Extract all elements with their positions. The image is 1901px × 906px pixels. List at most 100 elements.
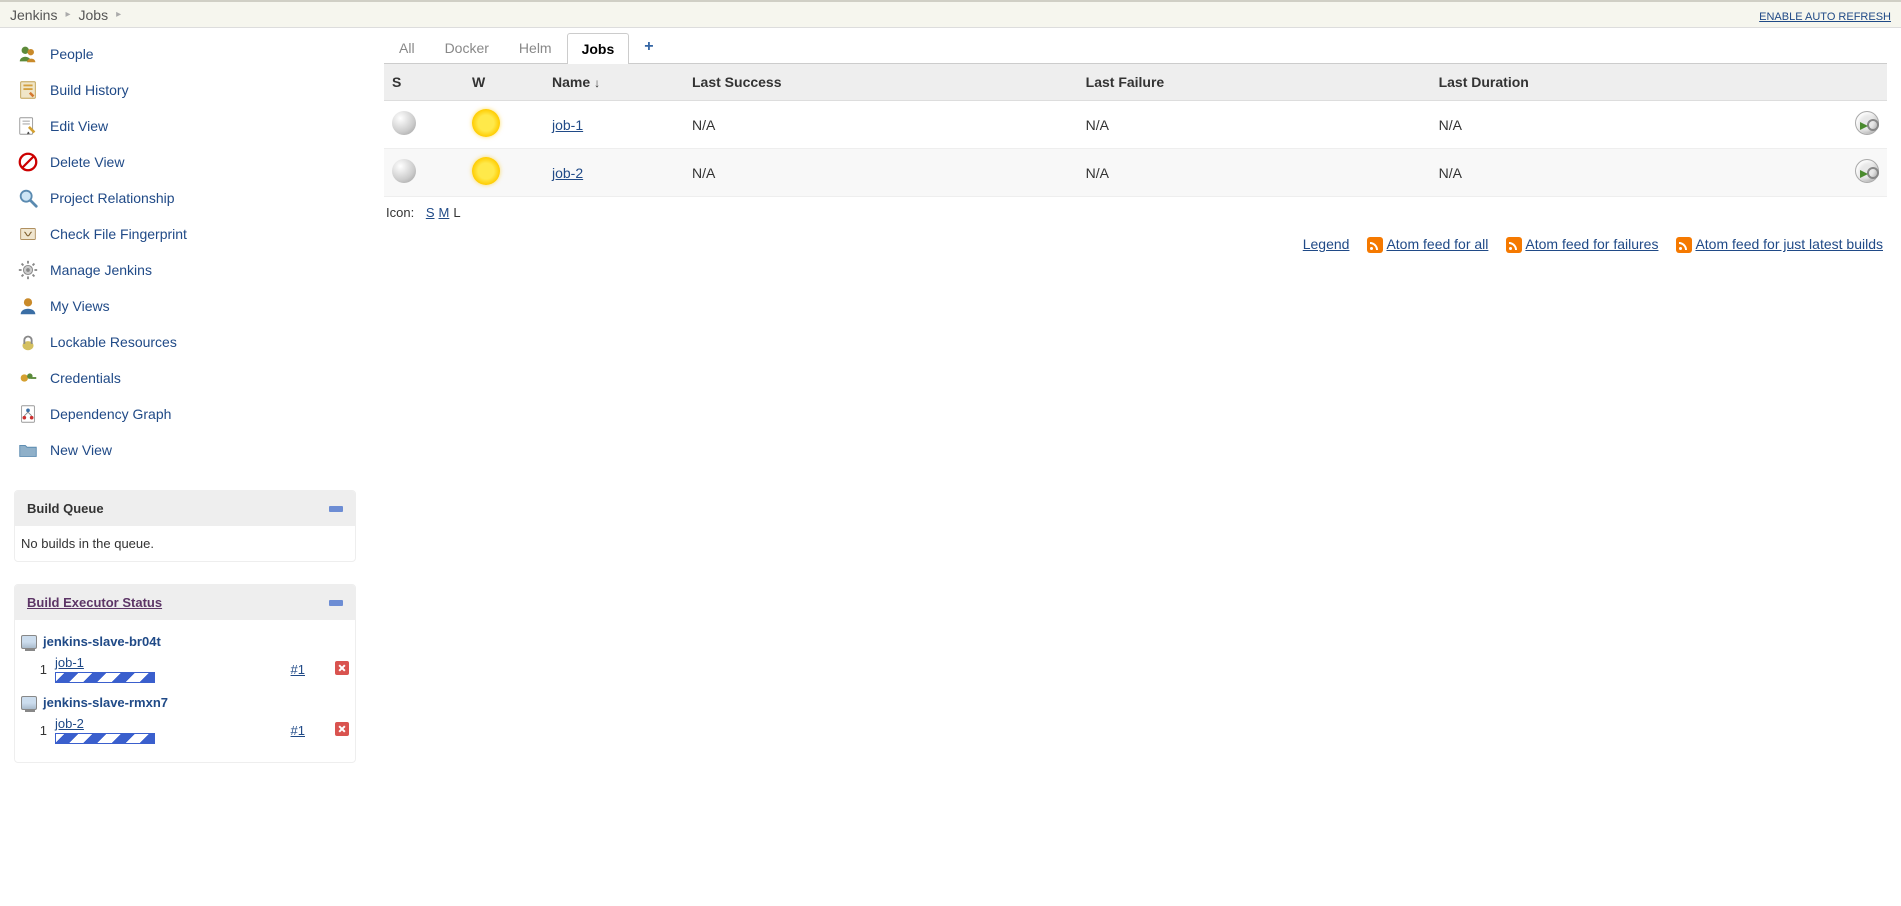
breadcrumb-separator-icon: ▸ bbox=[116, 9, 121, 20]
build-queue-empty: No builds in the queue. bbox=[15, 526, 355, 561]
progress-bar[interactable] bbox=[55, 733, 155, 744]
executor-job-link[interactable]: job-2 bbox=[55, 716, 84, 731]
tab-docker[interactable]: Docker bbox=[430, 32, 504, 63]
executor-slot: 1 bbox=[35, 723, 47, 738]
breadcrumb-item[interactable]: Jenkins bbox=[10, 7, 57, 23]
edit-icon bbox=[16, 114, 40, 138]
icon-size-l: L bbox=[453, 205, 460, 220]
sidebar-item-label: Check File Fingerprint bbox=[50, 226, 187, 242]
computer-icon bbox=[21, 635, 37, 649]
executor-row: 1 job-2 #1 bbox=[21, 714, 349, 752]
sidebar-item-dependency-graph[interactable]: Dependency Graph bbox=[14, 396, 356, 432]
history-icon bbox=[16, 78, 40, 102]
col-last-success[interactable]: Last Success bbox=[684, 64, 1078, 101]
executor-node-link[interactable]: jenkins-slave-br04t bbox=[43, 634, 161, 649]
status-ball-icon bbox=[392, 111, 416, 135]
breadcrumb-item[interactable]: Jobs bbox=[79, 7, 109, 23]
table-row: job-2 N/A N/A N/A bbox=[384, 149, 1887, 197]
sidebar-item-label: Delete View bbox=[50, 154, 124, 170]
last-success-cell: N/A bbox=[684, 149, 1078, 197]
sidebar-item-manage-jenkins[interactable]: Manage Jenkins bbox=[14, 252, 356, 288]
executor-node: jenkins-slave-rmxn7 bbox=[21, 691, 349, 714]
sidebar-item-edit-view[interactable]: Edit View bbox=[14, 108, 356, 144]
tab-add-view[interactable]: + bbox=[629, 32, 668, 63]
sidebar-item-people[interactable]: People bbox=[14, 36, 356, 72]
tab-helm[interactable]: Helm bbox=[504, 32, 567, 63]
folder-plus-icon bbox=[16, 438, 40, 462]
col-actions bbox=[1827, 64, 1887, 101]
job-link[interactable]: job-2 bbox=[552, 165, 583, 181]
tab-all[interactable]: All bbox=[384, 32, 430, 63]
feed-all-link[interactable]: Atom feed for all bbox=[1386, 236, 1488, 252]
user-icon bbox=[16, 294, 40, 318]
computer-icon bbox=[21, 696, 37, 710]
breadcrumb-bar: Jenkins ▸ Jobs ▸ ENABLE AUTO REFRESH bbox=[0, 0, 1901, 28]
tab-jobs[interactable]: Jobs bbox=[567, 33, 630, 64]
sidebar-item-delete-view[interactable]: Delete View bbox=[14, 144, 356, 180]
sidebar-item-build-history[interactable]: Build History bbox=[14, 72, 356, 108]
sidebar-item-label: Manage Jenkins bbox=[50, 262, 152, 278]
fingerprint-icon bbox=[16, 222, 40, 246]
legend-link[interactable]: Legend bbox=[1303, 236, 1350, 253]
panel-title-link[interactable]: Build Executor Status bbox=[27, 595, 162, 610]
sidebar-item-lockable-resources[interactable]: Lockable Resources bbox=[14, 324, 356, 360]
sidebar-item-label: New View bbox=[50, 442, 112, 458]
progress-bar[interactable] bbox=[55, 672, 155, 683]
gear-icon bbox=[16, 258, 40, 282]
col-name[interactable]: Name↓ bbox=[544, 64, 684, 101]
sidebar-item-check-fingerprint[interactable]: Check File Fingerprint bbox=[14, 216, 356, 252]
col-last-failure[interactable]: Last Failure bbox=[1078, 64, 1431, 101]
weather-sun-icon bbox=[472, 157, 500, 185]
icon-size-s[interactable]: S bbox=[426, 205, 435, 220]
rss-icon bbox=[1506, 237, 1522, 253]
icon-size-row: Icon: S M L bbox=[384, 197, 1887, 228]
status-ball-icon bbox=[392, 159, 416, 183]
sort-arrow-icon: ↓ bbox=[594, 76, 600, 90]
sidebar-item-label: Edit View bbox=[50, 118, 108, 134]
footer-links: Legend Atom feed for all Atom feed for f… bbox=[384, 228, 1887, 261]
jobs-table: S W Name↓ Last Success Last Failure Last… bbox=[384, 64, 1887, 197]
sidebar-item-label: Dependency Graph bbox=[50, 406, 171, 422]
col-last-duration[interactable]: Last Duration bbox=[1431, 64, 1827, 101]
sidebar-item-label: Project Relationship bbox=[50, 190, 175, 206]
collapse-icon[interactable] bbox=[329, 506, 343, 512]
search-icon bbox=[16, 186, 40, 210]
panel-title: Build Queue bbox=[27, 501, 104, 516]
collapse-icon[interactable] bbox=[329, 600, 343, 606]
sidebar-item-label: People bbox=[50, 46, 94, 62]
last-failure-cell: N/A bbox=[1078, 149, 1431, 197]
enable-auto-refresh-link[interactable]: ENABLE AUTO REFRESH bbox=[1759, 11, 1891, 23]
main-panel: All Docker Helm Jobs + S W Name↓ Last Su… bbox=[370, 28, 1901, 771]
executor-node: jenkins-slave-br04t bbox=[21, 630, 349, 653]
sidebar-item-project-relationship[interactable]: Project Relationship bbox=[14, 180, 356, 216]
sidebar-item-label: Lockable Resources bbox=[50, 334, 177, 350]
sidebar-item-new-view[interactable]: New View bbox=[14, 432, 356, 468]
table-row: job-1 N/A N/A N/A bbox=[384, 101, 1887, 149]
col-weather[interactable]: W bbox=[464, 64, 544, 101]
breadcrumb-separator-icon: ▸ bbox=[65, 9, 70, 20]
key-icon bbox=[16, 366, 40, 390]
stop-build-icon[interactable] bbox=[335, 722, 349, 736]
executor-build-link[interactable]: #1 bbox=[291, 662, 305, 677]
icon-size-m[interactable]: M bbox=[438, 205, 449, 220]
sidebar-item-label: My Views bbox=[50, 298, 110, 314]
rss-icon bbox=[1367, 237, 1383, 253]
lock-icon bbox=[16, 330, 40, 354]
sidebar-item-credentials[interactable]: Credentials bbox=[14, 360, 356, 396]
sidebar: People Build History Edit View Delete Vi… bbox=[0, 28, 370, 771]
executor-row: 1 job-1 #1 bbox=[21, 653, 349, 691]
feed-latest-link[interactable]: Atom feed for just latest builds bbox=[1695, 236, 1883, 252]
icon-size-label: Icon: bbox=[386, 205, 414, 220]
schedule-build-icon[interactable] bbox=[1855, 159, 1879, 183]
job-link[interactable]: job-1 bbox=[552, 117, 583, 133]
build-executor-panel: Build Executor Status jenkins-slave-br04… bbox=[14, 584, 356, 763]
col-status[interactable]: S bbox=[384, 64, 464, 101]
feed-failures-link[interactable]: Atom feed for failures bbox=[1525, 236, 1658, 252]
schedule-build-icon[interactable] bbox=[1855, 111, 1879, 135]
executor-build-link[interactable]: #1 bbox=[291, 723, 305, 738]
executor-node-link[interactable]: jenkins-slave-rmxn7 bbox=[43, 695, 168, 710]
last-success-cell: N/A bbox=[684, 101, 1078, 149]
sidebar-item-my-views[interactable]: My Views bbox=[14, 288, 356, 324]
stop-build-icon[interactable] bbox=[335, 661, 349, 675]
executor-job-link[interactable]: job-1 bbox=[55, 655, 84, 670]
